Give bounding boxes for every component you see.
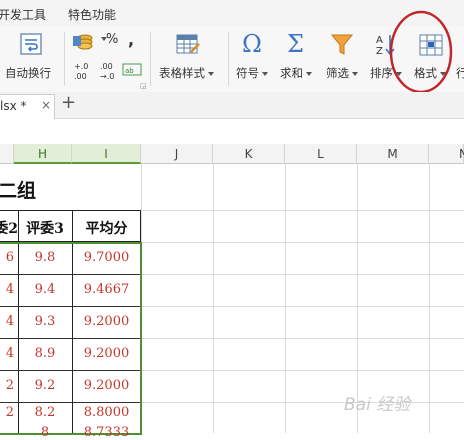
grid-line <box>213 164 214 433</box>
table-cell[interactable]: 9.2000 <box>72 314 141 329</box>
table-cell[interactable]: 9.4 <box>18 282 72 297</box>
ribbon-separator <box>228 32 229 86</box>
table-cell[interactable]: 9.8 <box>18 250 72 265</box>
header-average[interactable]: 平均分 <box>72 218 141 238</box>
svg-text:→.0: →.0 <box>100 72 114 81</box>
table-cell[interactable]: 9.4667 <box>72 282 141 297</box>
table-cell[interactable]: 8.2 <box>18 405 72 420</box>
table-style-icon <box>176 34 200 54</box>
column-header-j[interactable]: J <box>141 144 213 164</box>
symbol-label: 符号 <box>236 65 268 81</box>
table-cell[interactable]: 2 <box>0 405 14 420</box>
header-judge-3[interactable]: 评委3 <box>18 218 72 238</box>
group-expand-icon[interactable]: ◲ <box>140 82 147 90</box>
table-cell[interactable]: 8.8000 <box>72 405 141 420</box>
symbol-button[interactable]: Ω 符号 <box>234 30 274 88</box>
table-cell[interactable]: 4 <box>0 282 14 297</box>
column-header-m[interactable]: M <box>357 144 429 164</box>
table-cell[interactable]: 8.9 <box>18 346 72 361</box>
table-cell[interactable]: 6 <box>0 250 14 265</box>
column-header-n[interactable]: N <box>429 144 464 164</box>
close-tab-icon[interactable]: × <box>41 98 51 112</box>
table-style-label: 表格样式 <box>159 65 214 81</box>
filter-button[interactable]: 筛选 <box>322 30 362 88</box>
svg-text:A: A <box>376 35 383 46</box>
formula-bar <box>0 119 464 145</box>
funnel-icon <box>330 34 354 55</box>
number-format-dialog-icon[interactable]: ab <box>122 62 144 78</box>
table-style-button[interactable]: 表格样式 <box>155 30 223 88</box>
ribbon-toolbar: 自动换行 % , +.0 .00 .00 →.0 ab ◲ 表格样式 Ω 符号 … <box>0 10 464 94</box>
table-cell[interactable]: 9.3 <box>18 314 72 329</box>
sum-label: 求和 <box>280 65 312 81</box>
watermark: Bai 经验 <box>344 395 411 415</box>
group-title[interactable]: 二组 <box>0 176 36 203</box>
percent-format-button[interactable]: % <box>106 32 118 47</box>
sum-button[interactable]: Σ 求和 <box>278 30 318 88</box>
ribbon-separator <box>64 32 65 86</box>
grid-line <box>429 164 430 433</box>
sigma-icon: Σ <box>287 30 304 58</box>
column-header-k[interactable]: K <box>213 144 285 164</box>
table-cell[interactable]: 9.2000 <box>72 346 141 361</box>
highlight-circle <box>389 10 453 94</box>
number-format-group: % , +.0 .00 .00 →.0 ab ◲ <box>70 30 148 90</box>
column-header-h[interactable]: H <box>14 144 72 164</box>
svg-text:.00: .00 <box>100 62 113 71</box>
column-header-l[interactable]: L <box>285 144 357 164</box>
add-tab-icon[interactable]: + <box>61 92 76 113</box>
column-header-g[interactable] <box>0 144 14 164</box>
document-tab-title: lsx * <box>0 99 27 113</box>
filter-label: 筛选 <box>326 65 358 81</box>
table-cell[interactable]: 9.2000 <box>72 378 141 393</box>
document-tab-bar: lsx * × + <box>0 92 464 119</box>
svg-text:.00: .00 <box>74 72 87 81</box>
menu-special-features[interactable]: 特色功能 <box>68 6 116 23</box>
omega-icon: Ω <box>242 30 262 58</box>
table-cell[interactable]: 4 <box>0 346 14 361</box>
svg-text:+.0: +.0 <box>74 62 88 71</box>
header-judge-2[interactable]: 委2 <box>0 218 18 238</box>
table-cell[interactable]: 9.2 <box>18 378 72 393</box>
rows-columns-label: 行 <box>456 66 464 80</box>
grid-line <box>285 164 286 433</box>
svg-text:Z: Z <box>376 46 383 57</box>
wrap-text-icon <box>20 33 42 55</box>
document-tab[interactable]: lsx * × <box>0 94 55 119</box>
column-header-i[interactable]: I <box>72 144 141 164</box>
table-cell[interactable]: 9.7000 <box>72 250 141 265</box>
wrap-text-button[interactable]: 自动换行 <box>2 30 62 88</box>
comma-style-button[interactable]: , <box>128 30 134 49</box>
menu-developer-tools[interactable]: 开发工具 <box>0 6 46 23</box>
table-cell[interactable]: 4 <box>0 314 14 329</box>
decrease-decimal-icon[interactable]: .00 →.0 <box>98 60 122 82</box>
svg-text:ab: ab <box>125 67 134 75</box>
currency-format-icon[interactable] <box>72 32 98 52</box>
increase-decimal-icon[interactable]: +.0 .00 <box>72 60 96 82</box>
wrap-text-label: 自动换行 <box>5 66 51 80</box>
table-cell[interactable]: 2 <box>0 378 14 393</box>
ribbon-separator <box>150 32 151 86</box>
